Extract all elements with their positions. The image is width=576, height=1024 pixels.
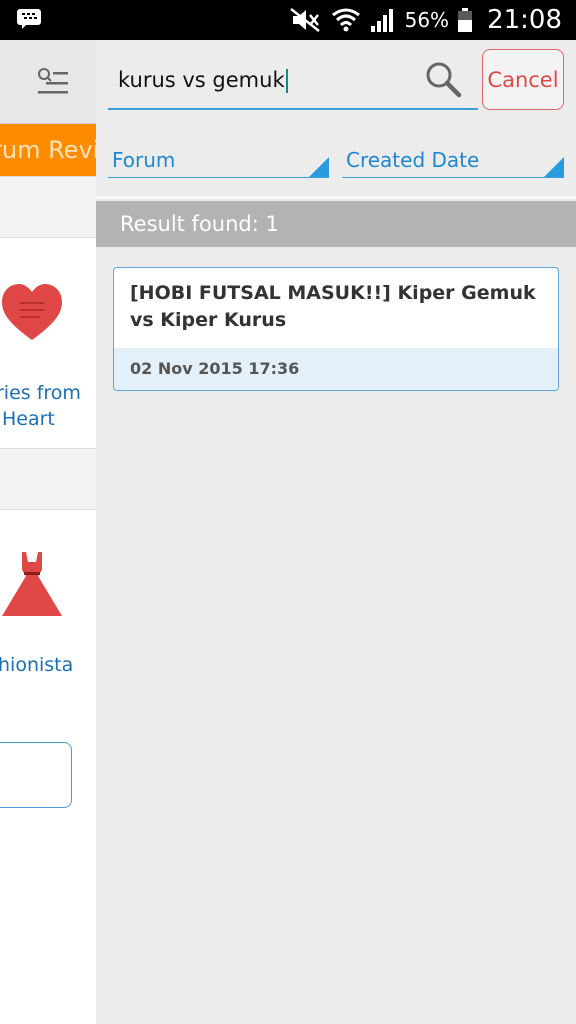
mute-icon (289, 8, 320, 32)
date-filter-dropdown[interactable]: Created Date (342, 148, 564, 178)
result-date: 02 Nov 2015 17:36 (114, 348, 558, 390)
forum-filter-label: Forum (112, 148, 176, 172)
background-banner: rum Revi (0, 124, 96, 176)
signal-icon (370, 9, 393, 32)
search-input[interactable]: kurus vs gemuk (108, 60, 478, 110)
background-section-divider (0, 448, 96, 510)
forum-filter-dropdown[interactable]: Forum (108, 148, 329, 178)
heart-icon (2, 284, 62, 340)
dress-icon (2, 552, 62, 616)
background-app-pane: rum Revi ries from Heart hionista (0, 40, 96, 1024)
battery-icon (458, 8, 473, 32)
background-section-divider (0, 176, 96, 238)
battery-percent: 56% (404, 8, 450, 32)
cancel-button[interactable]: Cancel (482, 49, 564, 110)
divider (96, 196, 576, 199)
date-filter-label: Created Date (346, 148, 480, 172)
bbm-icon (17, 9, 41, 29)
background-header (0, 40, 96, 124)
dropdown-triangle-icon (309, 157, 329, 177)
dropdown-triangle-icon (544, 157, 564, 177)
text-caret (285, 69, 288, 93)
result-title: [HOBI FUTSAL MASUK!!] Kiper Gemuk vs Kip… (130, 282, 536, 331)
background-input-box (0, 742, 72, 808)
background-item-label: Heart (2, 408, 55, 430)
wifi-icon (331, 8, 360, 32)
search-menu-icon[interactable] (36, 66, 70, 98)
background-item-label: hionista (0, 654, 74, 676)
background-item-label: ries from (0, 382, 81, 404)
search-icon[interactable] (424, 60, 462, 98)
result-item[interactable]: [HOBI FUTSAL MASUK!!] Kiper Gemuk vs Kip… (113, 267, 559, 391)
status-bar: 56% 21:08 (0, 0, 576, 40)
search-query-text: kurus vs gemuk (118, 68, 285, 92)
result-count-bar: Result found: 1 (96, 201, 576, 247)
search-overlay: kurus vs gemuk Cancel Forum Created Date… (96, 40, 576, 1024)
clock: 21:08 (487, 5, 562, 35)
